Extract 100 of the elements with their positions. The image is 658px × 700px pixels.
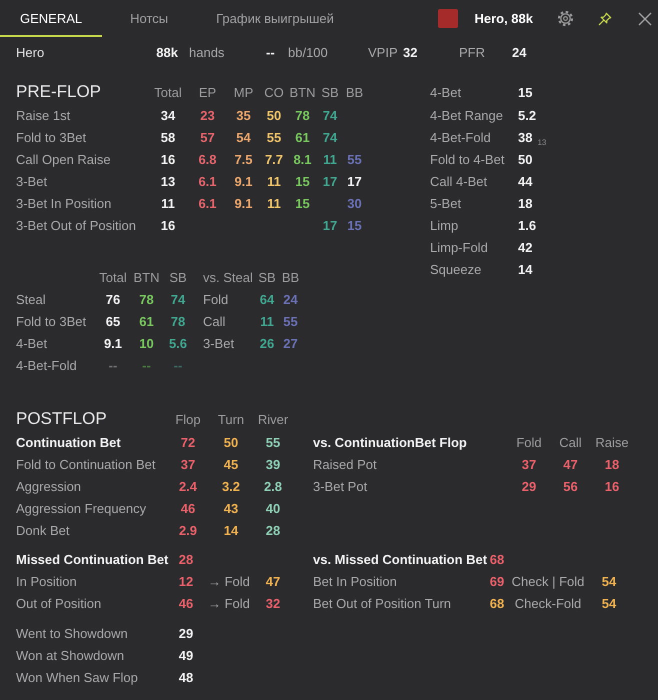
column-header: Call xyxy=(559,434,582,450)
column-header: BB xyxy=(282,270,300,284)
stat-value: 54 xyxy=(236,130,251,144)
stat-value: 15 xyxy=(295,174,310,188)
action-label: → Fold xyxy=(207,574,250,588)
stat-value: 68 xyxy=(490,596,504,610)
stat-value: 28 xyxy=(266,522,280,538)
settings-icon[interactable] xyxy=(557,10,574,27)
stat-label: Went to Showdown xyxy=(16,626,128,640)
stat-value: 78 xyxy=(170,314,186,328)
stat-value: 50 xyxy=(266,108,282,122)
stat-value: 24 xyxy=(512,44,526,60)
stat-label: Aggression xyxy=(16,478,82,494)
stat-label: Call xyxy=(203,314,226,328)
stat-value: 5.2 xyxy=(518,108,536,122)
stat-value: 45 xyxy=(224,456,238,472)
column-header: River xyxy=(258,412,288,426)
stat-value: 8.1 xyxy=(293,152,312,166)
stat-value: 74 xyxy=(170,292,186,306)
stat-value: 69 xyxy=(490,574,504,588)
stat-value: 18 xyxy=(518,196,532,210)
stat-value: 14 xyxy=(224,522,238,538)
stat-label: Missed Continuation Bet xyxy=(16,552,168,566)
stat-value: 37 xyxy=(522,456,536,472)
stat-value: 32 xyxy=(266,596,280,610)
column-header: Total xyxy=(154,84,182,100)
stat-value: -- xyxy=(142,358,151,372)
stat-label: Won at Showdown xyxy=(16,648,124,662)
stat-value: 47 xyxy=(563,456,578,472)
column-header: BTN xyxy=(134,270,160,284)
stat-label: 3-Bet xyxy=(16,174,48,188)
stat-value: 43 xyxy=(224,500,238,516)
stat-value: 28 xyxy=(178,552,194,566)
stat-value: 17 xyxy=(347,174,362,188)
stat-value: 3.2 xyxy=(222,478,240,494)
color-swatch-icon[interactable] xyxy=(438,9,458,28)
stat-value: 11 xyxy=(161,196,175,210)
stat-value: 35 xyxy=(236,108,251,122)
section-title: POSTFLOP xyxy=(16,409,107,429)
tab[interactable]: Нотсы xyxy=(110,0,188,37)
stat-value: 54 xyxy=(602,596,616,610)
stat-label: Squeeze xyxy=(430,262,482,276)
stat-value: 9.1 xyxy=(104,336,122,350)
stat-label: 4-Bet xyxy=(430,84,462,100)
stat-label: 4-Bet xyxy=(16,336,48,350)
stat-value: 24 xyxy=(283,292,298,306)
stat-label: 4-Bet-Fold xyxy=(430,130,491,144)
stat-value: 65 xyxy=(106,314,120,328)
stat-value: 61 xyxy=(139,314,154,328)
stat-label: Aggression Frequency xyxy=(16,500,146,516)
stat-value: 46 xyxy=(180,500,196,516)
column-header: Fold xyxy=(516,434,542,450)
tab[interactable]: GENERAL xyxy=(0,0,102,37)
pin-icon[interactable] xyxy=(598,12,612,26)
stat-value: 32 xyxy=(403,44,418,60)
stat-value: 64 xyxy=(260,292,274,306)
stat-value: 11 xyxy=(323,152,337,166)
stat-label: Raise 1st xyxy=(16,108,70,122)
player-name: Hero xyxy=(16,44,44,60)
action-label: Check-Fold xyxy=(514,596,582,610)
column-header: MP xyxy=(234,84,254,100)
stat-value: -- xyxy=(266,44,275,60)
stat-value: 74 xyxy=(322,108,338,122)
tab[interactable]: График выигрышей xyxy=(196,0,354,37)
stat-label: Call 4-Bet xyxy=(430,174,488,188)
stat-value: 17 xyxy=(322,218,338,232)
column-header: SB xyxy=(169,270,187,284)
stat-value: 34 xyxy=(160,108,176,122)
stat-value: 13 xyxy=(160,174,176,188)
stat-value: 57 xyxy=(200,130,215,144)
stat-value: 56 xyxy=(563,478,578,494)
stat-value: 54 xyxy=(602,574,616,588)
stat-label: Fold to 3Bet xyxy=(16,314,86,328)
column-header: SB xyxy=(321,84,339,100)
stat-label: Donk Bet xyxy=(16,522,70,538)
stat-label: vs. Missed Continuation Bet xyxy=(313,552,488,566)
stat-value: 74 xyxy=(322,130,338,144)
stat-label: Fold to Continuation Bet xyxy=(16,456,156,472)
section-title: PRE-FLOP xyxy=(16,82,102,102)
stat-value: 88k xyxy=(156,44,178,60)
stat-value: 78 xyxy=(139,292,154,306)
stat-value: 37 xyxy=(180,456,196,472)
stat-value: 9.1 xyxy=(234,174,253,188)
stat-label: Call Open Raise xyxy=(16,152,111,166)
column-header: SB xyxy=(258,270,276,284)
stat-value: 11 xyxy=(267,196,281,210)
stat-value: 15 xyxy=(518,84,532,100)
stat-value: 9.1 xyxy=(234,196,253,210)
stat-value: 30 xyxy=(347,196,362,210)
stat-label: VPIP xyxy=(368,44,398,60)
stat-value: 39 xyxy=(266,456,280,472)
stat-value: 14 xyxy=(518,262,532,276)
stat-label: 3-Bet In Position xyxy=(16,196,112,210)
stat-value: 55 xyxy=(283,314,298,328)
stat-value: 48 xyxy=(178,670,194,684)
close-icon[interactable] xyxy=(638,12,652,26)
stat-value: 16 xyxy=(160,152,176,166)
stat-value: 76 xyxy=(106,292,120,306)
sample-count: 13 xyxy=(537,138,546,146)
stat-value: 55 xyxy=(266,130,282,144)
